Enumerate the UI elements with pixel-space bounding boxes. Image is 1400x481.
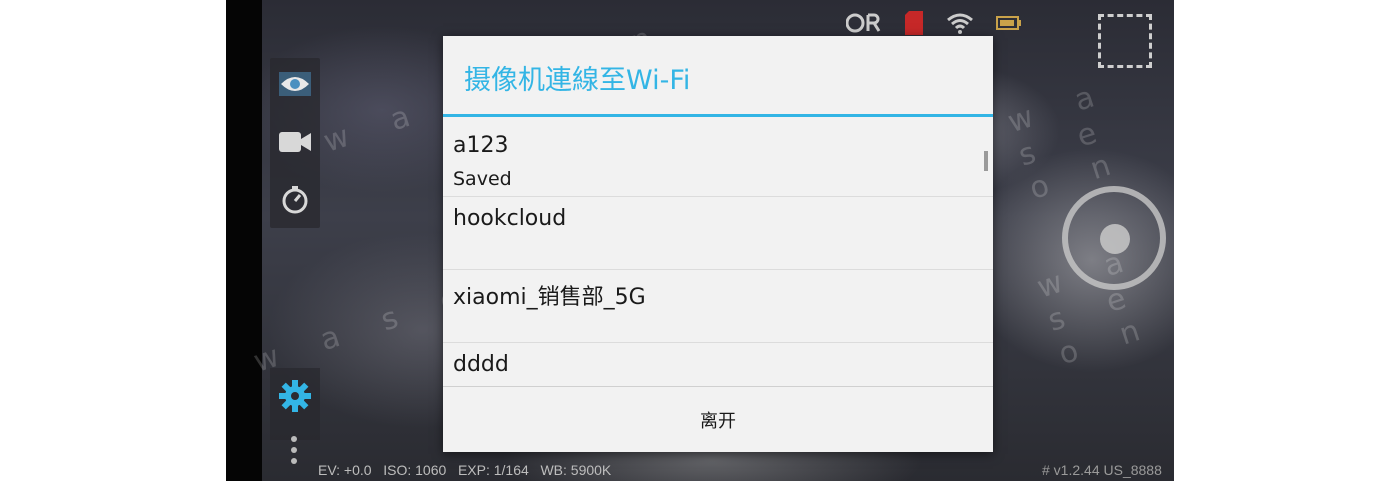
exposure-info: EV: +0.0 ISO: 1060 EXP: 1/164 WB: 5900K [318,462,612,478]
network-item[interactable]: a123 Saved [443,123,993,197]
network-item[interactable]: hookcloud [443,196,993,270]
wifi-dialog: 摄像机連線至Wi-Fi a123 Saved hookcloud xiaomi_… [443,36,993,452]
network-status: Saved [453,168,512,190]
network-item[interactable]: xiaomi_销售部_5G [443,269,993,343]
network-name: a123 [453,133,509,158]
mode-sidebar [270,58,320,228]
network-item[interactable]: dddd [443,342,993,386]
network-name: hookcloud [453,206,567,231]
network-list: a123 Saved hookcloud xiaomi_销售部_5G dddd [443,123,993,386]
more-dots-icon[interactable] [288,436,300,469]
shutter-dot [1100,224,1130,254]
wifi-icon [946,12,974,38]
dialog-title: 摄像机連線至Wi-Fi [464,65,691,96]
timer-icon[interactable] [270,180,320,220]
battery-icon [996,15,1022,35]
network-name: xiaomi_销售部_5G [453,285,646,310]
list-scrollbar[interactable] [984,151,988,171]
qr-code-icon[interactable] [845,11,882,39]
eye-icon[interactable] [270,64,320,104]
gear-icon[interactable] [270,376,320,416]
settings-panel [270,368,320,440]
video-camera-icon[interactable] [270,122,320,162]
network-name: dddd [453,352,509,377]
title-divider [443,114,993,117]
preview-frame-button[interactable] [1098,14,1152,68]
leave-button[interactable]: 离开 [443,387,993,452]
version-label: # v1.2.44 US_8888 [1042,462,1162,478]
left-edge [226,0,262,481]
